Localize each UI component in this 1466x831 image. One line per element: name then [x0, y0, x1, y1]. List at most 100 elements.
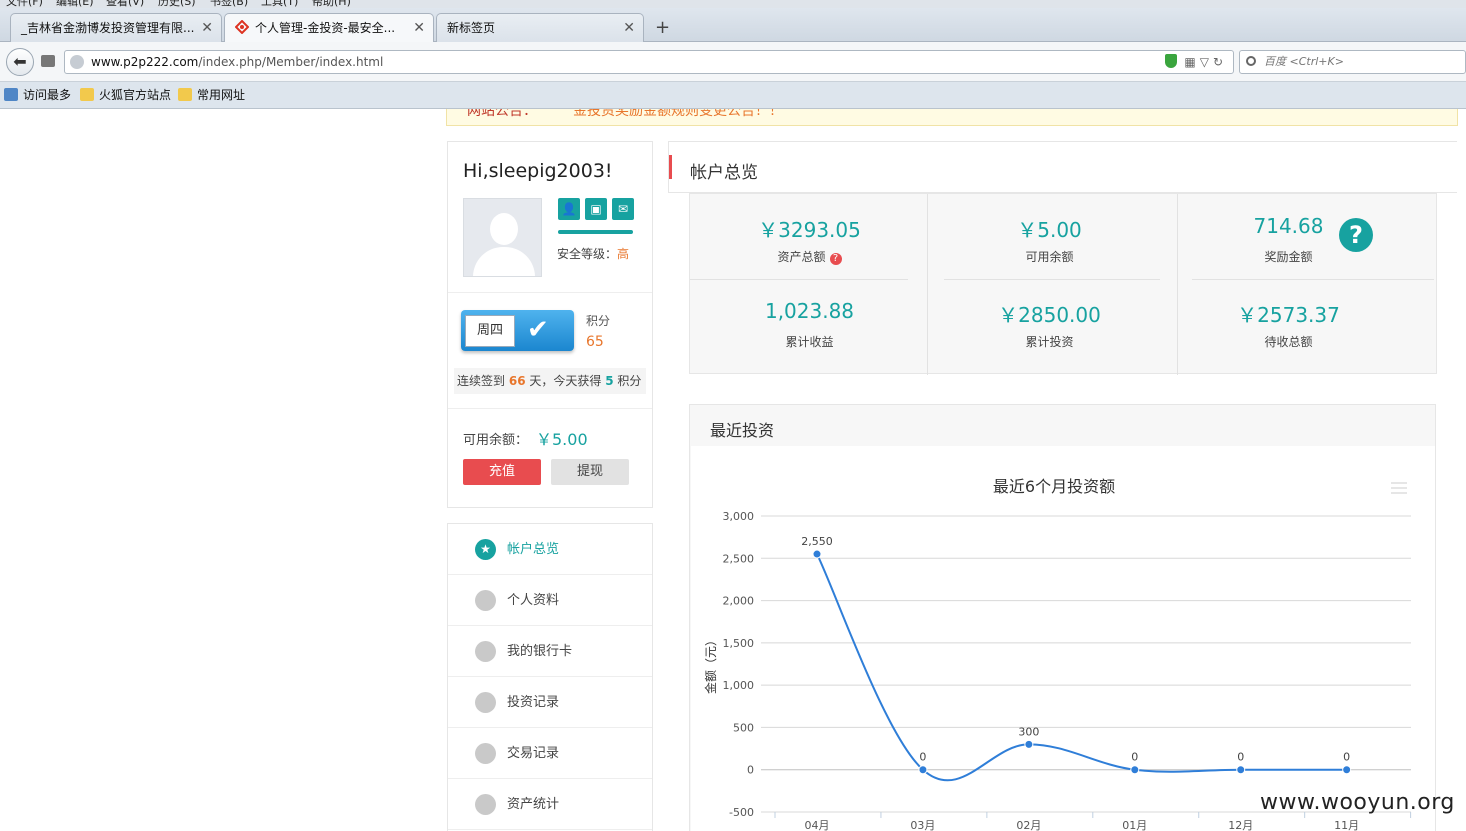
data-label: 0 — [1131, 751, 1138, 764]
bookmark-page-icon — [4, 88, 18, 101]
tab-title: 新标签页 — [447, 21, 496, 35]
qr-code-icon[interactable]: ▦ — [1184, 55, 1199, 69]
withdraw-button[interactable]: 提现 — [551, 459, 629, 485]
search-input[interactable]: 百度 <Ctrl+K> — [1239, 50, 1466, 74]
site-favicon-icon — [234, 16, 250, 35]
x-tick-label: 12月 — [1228, 819, 1253, 831]
reload-icon[interactable]: ↻ — [1213, 55, 1227, 69]
menu-account-overview[interactable]: ★ 帐户总览 — [448, 524, 652, 575]
data-point — [918, 765, 928, 775]
tab-strip: _吉林省金渤博发投资管理有限... ✕ 个人管理-金投资-最安全... ✕ 新标… — [0, 8, 1466, 43]
stat-total-invested: ￥2850.00 累计投资 — [998, 303, 1101, 349]
x-tick-label: 04月 — [805, 819, 830, 831]
apps-grid-icon[interactable] — [41, 55, 55, 67]
overview-title: 帐户总览 — [690, 163, 758, 183]
menu-file[interactable]: 文件(F) — [6, 0, 43, 8]
url-text[interactable]: www.p2p222.com/index.php/Member/index.ht… — [91, 51, 383, 73]
dots-icon — [475, 743, 496, 764]
bookmark-common-sites[interactable]: 常用网址 — [178, 88, 245, 102]
menu-profile[interactable]: 个人资料 — [448, 575, 652, 626]
recent-title: 最近投资 — [710, 421, 775, 440]
close-tab-icon[interactable]: ✕ — [413, 14, 425, 42]
x-tick-label: 01月 — [1122, 819, 1147, 831]
dropdown-arrow-icon[interactable]: ▽ — [1200, 55, 1213, 69]
data-label: 0 — [1237, 751, 1244, 764]
weekday-label: 周四 — [465, 315, 515, 347]
stat-total-assets: ￥3293.05 资产总额? — [758, 218, 861, 265]
tab-title: _吉林省金渤博发投资管理有限... — [21, 21, 195, 35]
menu-bank-card[interactable]: 我的银行卡 — [448, 626, 652, 677]
data-label: 2,550 — [801, 535, 833, 548]
watermark: www.wooyun.org — [1260, 790, 1455, 815]
y-tick-label: 0 — [747, 764, 754, 777]
menu-asset-stats[interactable]: 资产统计 — [448, 779, 652, 830]
shield-icon[interactable] — [1164, 54, 1177, 68]
tab-member[interactable]: 个人管理-金投资-最安全... ✕ — [224, 13, 434, 43]
balance-value: ￥5.00 — [536, 430, 588, 449]
menu-trade-records[interactable]: 交易记录 — [448, 728, 652, 779]
bookmark-most-visited[interactable]: 访问最多 — [4, 88, 71, 102]
folder-icon — [80, 88, 94, 101]
close-tab-icon[interactable]: ✕ — [623, 14, 635, 42]
mail-icon[interactable]: ✉ — [612, 198, 634, 220]
sign-streak: 连续签到 66 天，今天获得 5 积分 — [454, 368, 646, 394]
help-icon[interactable]: ? — [829, 253, 842, 265]
menu-bookmarks[interactable]: 书签(B) — [210, 0, 248, 8]
menu-help[interactable]: 帮助(H) — [312, 0, 351, 8]
divider — [448, 292, 652, 293]
balance-label: 可用余额： — [463, 433, 529, 448]
y-tick-label: 3,000 — [723, 510, 755, 523]
phone-icon[interactable]: ▣ — [585, 198, 607, 220]
recharge-button[interactable]: 充值 — [463, 459, 541, 485]
tab-new[interactable]: 新标签页 ✕ — [436, 13, 644, 42]
chart-menu-icon — [1391, 482, 1407, 494]
menu-invest-records[interactable]: 投资记录 — [448, 677, 652, 728]
points-value: 65 — [586, 334, 604, 350]
menu-history[interactable]: 历史(S) — [158, 0, 196, 8]
title-accent — [669, 155, 672, 179]
data-point — [1342, 765, 1352, 775]
check-icon: ✔ — [527, 315, 549, 345]
avatar[interactable] — [463, 198, 542, 277]
chart-icon — [475, 794, 496, 815]
folder-icon — [178, 88, 192, 101]
navigation-bar: ⬅ www.p2p222.com/index.php/Member/index.… — [0, 42, 1466, 82]
browser-menubar: 文件(F) 编辑(E) 查看(V) 历史(S) 书签(B) 工具(T) 帮助(H… — [0, 0, 1466, 8]
series-line — [816, 553, 1347, 782]
help-circle-icon[interactable]: ? — [1339, 218, 1373, 252]
y-tick-label: 1,000 — [723, 679, 755, 692]
menu-tools[interactable]: 工具(T) — [261, 0, 298, 8]
stat-reward-amount: 714.68 奖励金额 — [1253, 214, 1324, 264]
data-label: 0 — [1343, 751, 1350, 764]
security-level: 安全等级：高 — [557, 247, 630, 261]
back-button[interactable]: ⬅ — [6, 48, 34, 76]
data-point — [1024, 739, 1034, 749]
pie-icon — [475, 692, 496, 713]
y-tick-label: 2,500 — [723, 552, 755, 565]
stat-pending-receivable: ￥2573.37 待收总额 — [1237, 303, 1340, 349]
investment-line-chart: 最近6个月投资额 3,000 2,500 2,000 1,500 1,000 500 0 -50… — [703, 477, 1412, 831]
points-label: 积分 — [586, 314, 611, 328]
overview-header: 帐户总览 — [668, 141, 1457, 193]
menu-edit[interactable]: 编辑(E) — [56, 0, 94, 8]
bookmark-firefox-site[interactable]: 火狐官方站点 — [80, 88, 171, 102]
greeting: Hi,sleepig2003! — [463, 160, 613, 182]
user-icon[interactable]: 👤 — [558, 198, 580, 220]
address-bar[interactable]: www.p2p222.com/index.php/Member/index.ht… — [64, 50, 1234, 74]
chart-title: 最近6个月投资额 — [993, 477, 1115, 496]
new-tab-button[interactable]: + — [655, 18, 670, 38]
menu-view[interactable]: 查看(V) — [106, 0, 144, 8]
tab-title: 个人管理-金投资-最安全... — [255, 21, 396, 35]
x-tick-label: 03月 — [910, 819, 935, 831]
stats-grid: ￥3293.05 资产总额? ￥5.00 可用余额 714.68 奖励金额 1,… — [689, 193, 1437, 375]
tag-icon — [475, 590, 496, 611]
tab-jilin[interactable]: _吉林省金渤博发投资管理有限... ✕ — [10, 13, 222, 42]
data-point — [1130, 765, 1140, 775]
sign-in-button[interactable]: 周四 ✔ — [461, 310, 574, 351]
address-tools: ▦▽↻ — [1164, 51, 1227, 73]
recent-investment-panel: 最近投资 最近6个月投资额 3,000 2,500 2,000 1,500 1,000 50… — [689, 404, 1436, 831]
account-menu: ★ 帐户总览 个人资料 我的银行卡 投资记录 交易记录 资产统计 — [447, 523, 653, 831]
close-tab-icon[interactable]: ✕ — [201, 14, 213, 42]
star-icon: ★ — [475, 539, 496, 560]
notice-link[interactable]: 金投资奖励金额规则变更公告！！ — [573, 109, 783, 120]
